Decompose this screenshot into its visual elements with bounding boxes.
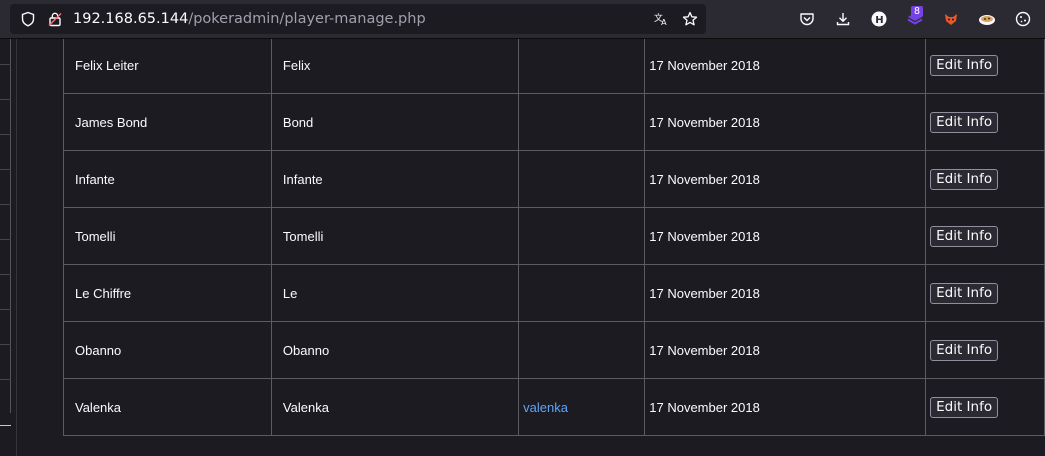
pocket-icon[interactable]: [797, 9, 817, 29]
player-link-cell: [518, 150, 646, 208]
edit-info-button[interactable]: Edit Info: [930, 225, 999, 247]
player-date: 17 November 2018: [644, 39, 927, 94]
edit-info-button[interactable]: Edit Info: [930, 396, 999, 418]
action-cell: Edit Info: [925, 264, 1045, 322]
player-link-cell: [518, 93, 646, 151]
left-frame-bottom: [0, 425, 11, 426]
action-cell: Edit Info: [925, 150, 1045, 208]
player-nickname: Bond: [270, 93, 520, 151]
cookie-extension-icon[interactable]: [977, 9, 997, 29]
action-cell: Edit Info: [925, 378, 1045, 436]
action-cell: Edit Info: [925, 321, 1045, 379]
browser-toolbar: 192.168.65.144/pokeradmin/player-manage.…: [0, 0, 1045, 39]
player-date: 17 November 2018: [644, 321, 927, 379]
table-row: Infante Infante 17 November 2018 Edit In…: [63, 150, 1045, 208]
url-path: /pokeradmin/player-manage.php: [188, 11, 426, 27]
svg-text:A: A: [661, 18, 667, 27]
player-name: Le Chiffre: [63, 264, 272, 322]
url-bar[interactable]: 192.168.65.144/pokeradmin/player-manage.…: [10, 4, 706, 34]
left-frame-edge: [0, 39, 11, 413]
action-cell: Edit Info: [925, 207, 1045, 265]
translate-icon[interactable]: 文A: [654, 11, 670, 27]
svg-text:H: H: [875, 15, 883, 26]
cookie-manager-icon[interactable]: [1013, 9, 1033, 29]
downloads-icon[interactable]: [833, 9, 853, 29]
player-name: Infante: [63, 150, 272, 208]
left-frame-divider: [0, 134, 11, 135]
player-link-cell: valenka: [518, 378, 646, 436]
player-date: 17 November 2018: [644, 207, 927, 265]
player-name: James Bond: [63, 93, 272, 151]
table-row: James Bond Bond 17 November 2018 Edit In…: [63, 93, 1045, 151]
player-nickname: Le: [270, 264, 520, 322]
table-row: Le Chiffre Le 17 November 2018 Edit Info: [63, 264, 1045, 322]
left-frame-divider: [0, 239, 11, 240]
table-row: Felix Leiter Felix 17 November 2018 Edit…: [63, 39, 1045, 94]
url-host: 192.168.65.144: [73, 11, 189, 27]
player-link-cell: [518, 264, 646, 322]
table-row: Valenka Valenka valenka 17 November 2018…: [63, 378, 1045, 436]
player-table: Felix Leiter Felix 17 November 2018 Edit…: [63, 39, 1045, 436]
h-extension-icon[interactable]: H: [869, 9, 889, 29]
left-frame-divider: [0, 169, 11, 170]
left-frame-divider: [0, 64, 11, 65]
left-frame-divider: [0, 309, 11, 310]
edit-info-button[interactable]: Edit Info: [930, 54, 999, 76]
player-nickname: Valenka: [270, 378, 520, 436]
edit-info-button[interactable]: Edit Info: [930, 111, 999, 133]
insecure-lock-icon[interactable]: [47, 11, 63, 27]
player-name: Valenka: [63, 378, 272, 436]
bookmark-star-icon[interactable]: [682, 11, 698, 27]
left-frame-divider: [0, 274, 11, 275]
table-row: Obanno Obanno 17 November 2018 Edit Info: [63, 321, 1045, 379]
action-cell: Edit Info: [925, 39, 1045, 94]
player-link-cell: [518, 321, 646, 379]
player-link-cell: [518, 207, 646, 265]
edit-info-button[interactable]: Edit Info: [930, 339, 999, 361]
player-name: Tomelli: [63, 207, 272, 265]
player-nickname: Infante: [270, 150, 520, 208]
edit-info-button[interactable]: Edit Info: [930, 168, 999, 190]
player-date: 17 November 2018: [644, 264, 927, 322]
left-frame-divider: [0, 379, 11, 380]
action-cell: Edit Info: [925, 93, 1045, 151]
player-name: Felix Leiter: [63, 39, 272, 94]
left-frame-divider: [0, 204, 11, 205]
player-link-cell: [518, 39, 646, 94]
player-nickname: Obanno: [270, 321, 520, 379]
left-frame-divider: [0, 344, 11, 345]
table-row: Tomelli Tomelli 17 November 2018 Edit In…: [63, 207, 1045, 265]
url-text[interactable]: 192.168.65.144/pokeradmin/player-manage.…: [73, 4, 426, 34]
content-divider: [16, 39, 17, 456]
player-date: 17 November 2018: [644, 378, 927, 436]
tracking-protection-shield-icon[interactable]: [20, 11, 36, 27]
page-content: Felix Leiter Felix 17 November 2018 Edit…: [0, 39, 1045, 456]
player-date: 17 November 2018: [644, 93, 927, 151]
fox-extension-icon[interactable]: [941, 9, 961, 29]
player-name: Obanno: [63, 321, 272, 379]
edit-info-button[interactable]: Edit Info: [930, 282, 999, 304]
player-nickname: Felix: [270, 39, 520, 94]
player-date: 17 November 2018: [644, 150, 927, 208]
extension-badge: 8: [911, 6, 924, 17]
player-nickname: Tomelli: [270, 207, 520, 265]
left-frame-divider: [0, 99, 11, 100]
player-profile-link[interactable]: valenka: [523, 400, 568, 415]
